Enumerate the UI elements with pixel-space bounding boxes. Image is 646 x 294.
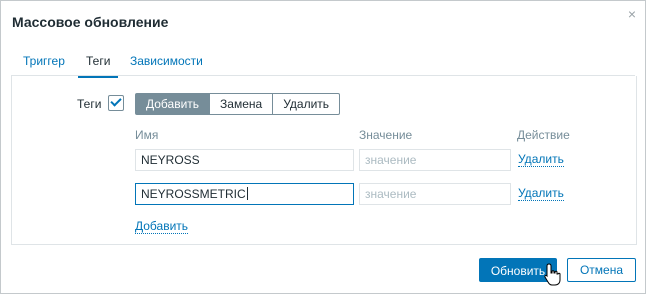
tag-value-placeholder-2: значение: [365, 187, 417, 201]
remove-tag-link-1[interactable]: Удалить: [518, 153, 564, 167]
tag-value-placeholder-1: значение: [365, 153, 417, 167]
mode-add-button[interactable]: Добавить: [135, 93, 211, 115]
mass-update-dialog: Массовое обновление × Триггер Теги Завис…: [0, 0, 646, 294]
column-value-header: Значение: [359, 128, 413, 142]
tags-checkbox[interactable]: [108, 95, 124, 111]
column-name-header: Имя: [135, 128, 159, 142]
add-tag-link[interactable]: Добавить: [135, 220, 189, 234]
tag-name-value-1: NEYROSS: [141, 153, 200, 167]
tag-mode-segmented: Добавить Замена Удалить: [135, 93, 341, 115]
tag-name-value-2: NEYROSSMETRIC: [141, 187, 246, 201]
tab-trigger[interactable]: Триггер: [23, 54, 65, 68]
mode-replace-button[interactable]: Замена: [210, 93, 274, 115]
close-icon[interactable]: ×: [628, 6, 636, 22]
tab-bar: Триггер Теги Зависимости: [11, 47, 635, 78]
hand-cursor-icon: [544, 263, 561, 286]
tag-name-input-1[interactable]: NEYROSS: [135, 149, 354, 171]
tab-tags[interactable]: Теги: [77, 54, 119, 78]
tag-value-input-2[interactable]: значение: [359, 183, 511, 205]
tag-name-input-2[interactable]: NEYROSSMETRIC: [135, 183, 354, 205]
text-caret: [246, 187, 248, 200]
tag-value-input-1[interactable]: значение: [359, 149, 511, 171]
dialog-title: Массовое обновление: [12, 14, 169, 30]
mode-remove-button[interactable]: Удалить: [273, 93, 341, 115]
tab-dependencies[interactable]: Зависимости: [130, 54, 203, 68]
tags-label: Теги: [77, 97, 102, 111]
cancel-button[interactable]: Отмена: [567, 258, 636, 282]
remove-tag-link-2[interactable]: Удалить: [518, 187, 564, 201]
column-action-header: Действие: [517, 128, 570, 142]
